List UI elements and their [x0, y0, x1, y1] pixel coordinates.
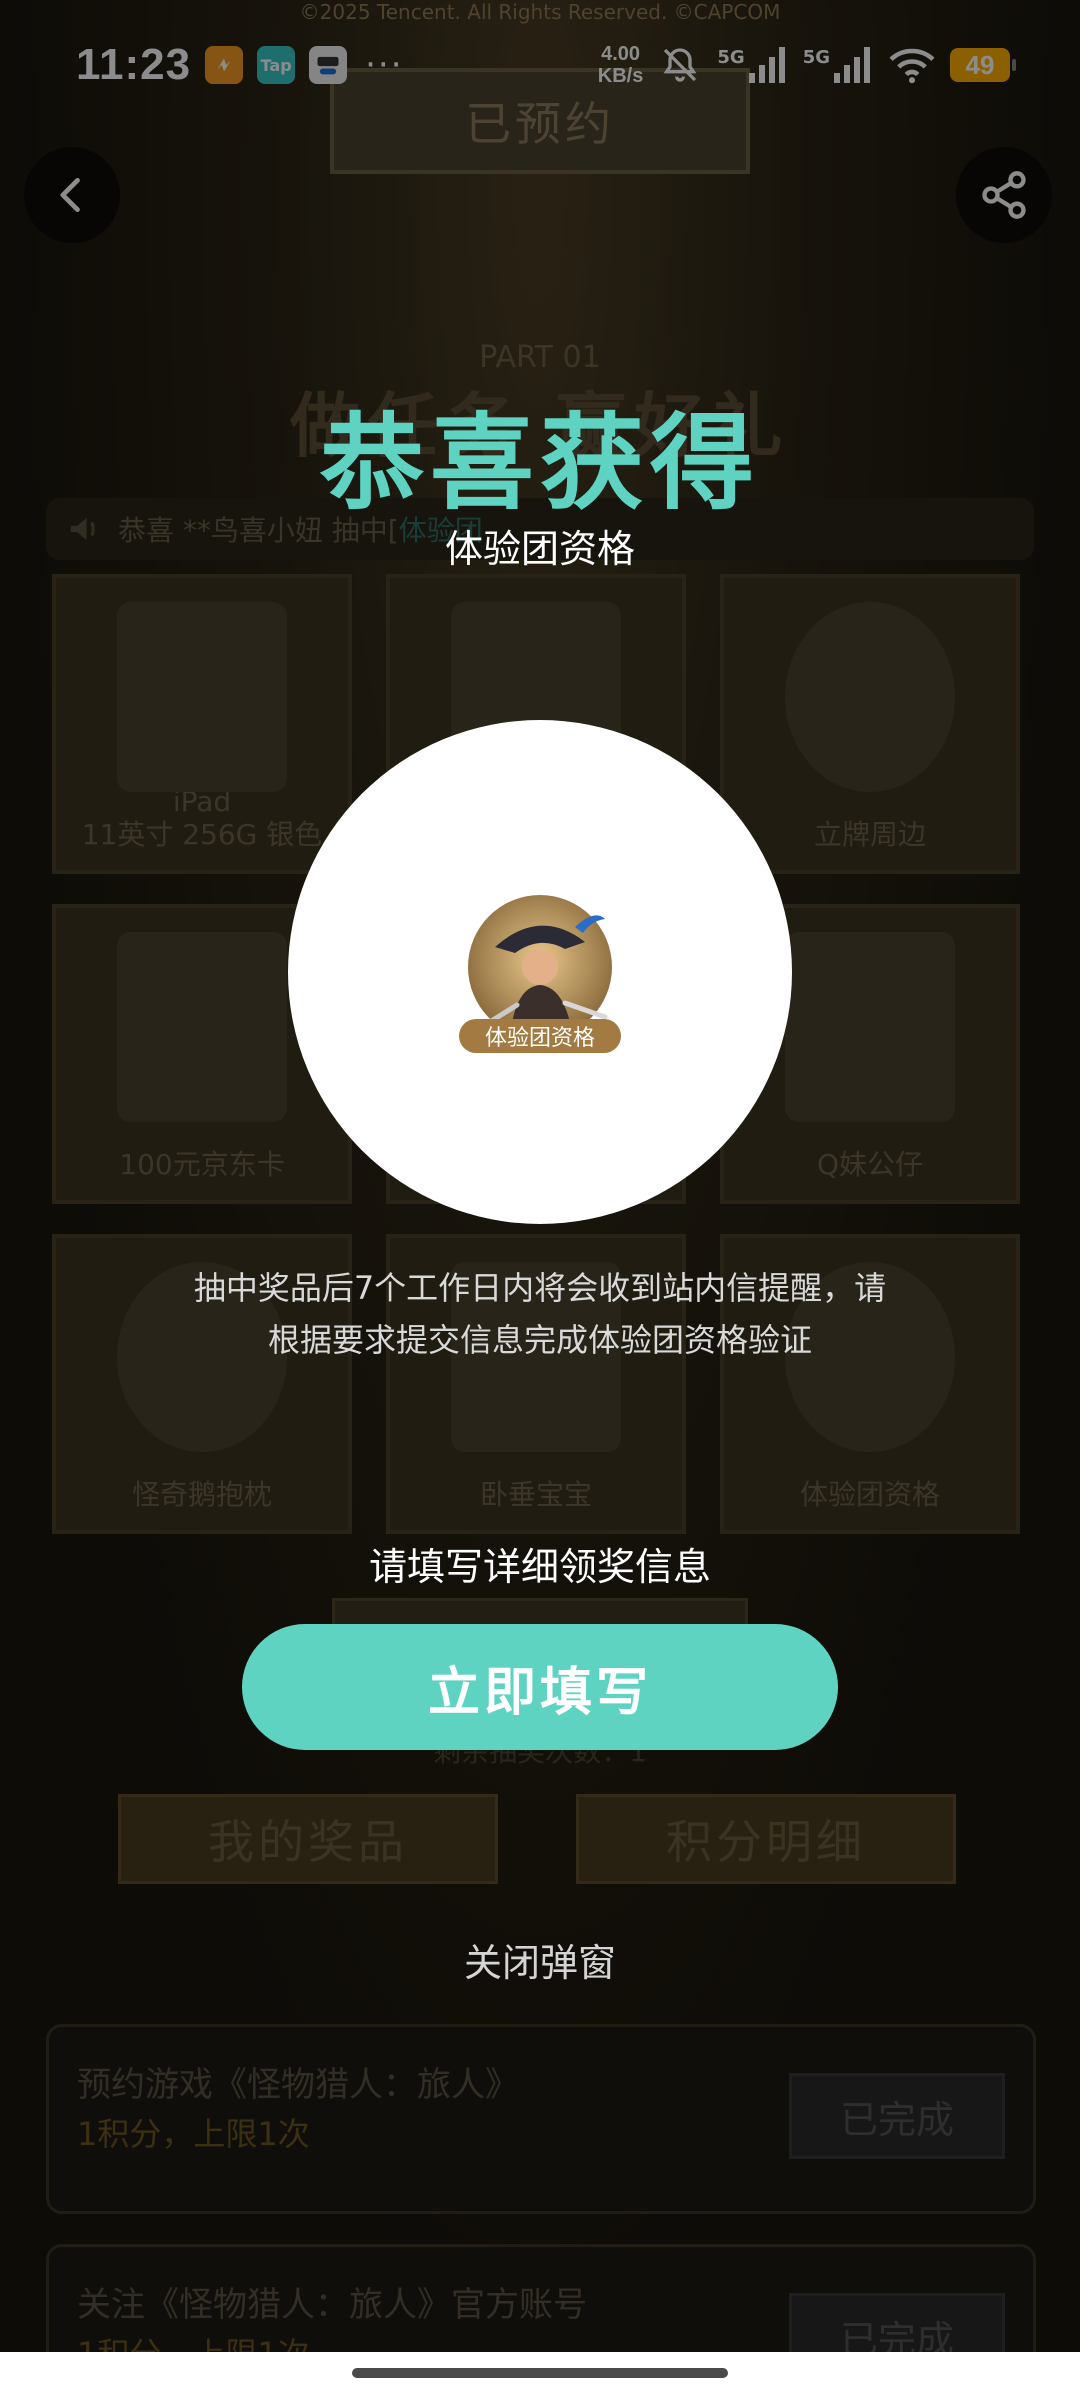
prize-badge: 体验团资格	[459, 1019, 621, 1053]
claim-notice: 抽中奖品后7个工作日内将会收到站内信提醒，请根据要求提交信息完成体验团资格验证	[193, 1269, 887, 1359]
modal-title: 恭喜获得	[319, 402, 760, 524]
close-modal-button[interactable]: 关闭弹窗	[0, 1932, 1080, 1987]
fill-now-button[interactable]: 立即填写	[242, 1624, 838, 1750]
prize-thumbnail: 体验团资格	[455, 887, 625, 1057]
fill-info-prompt: 请填写详细领奖信息	[368, 1545, 711, 1589]
prize-name: 体验团资格	[444, 527, 635, 571]
prize-image-circle: 体验团资格	[288, 720, 792, 1224]
system-nav-bar	[0, 2352, 1080, 2400]
home-indicator[interactable]	[352, 2368, 728, 2378]
